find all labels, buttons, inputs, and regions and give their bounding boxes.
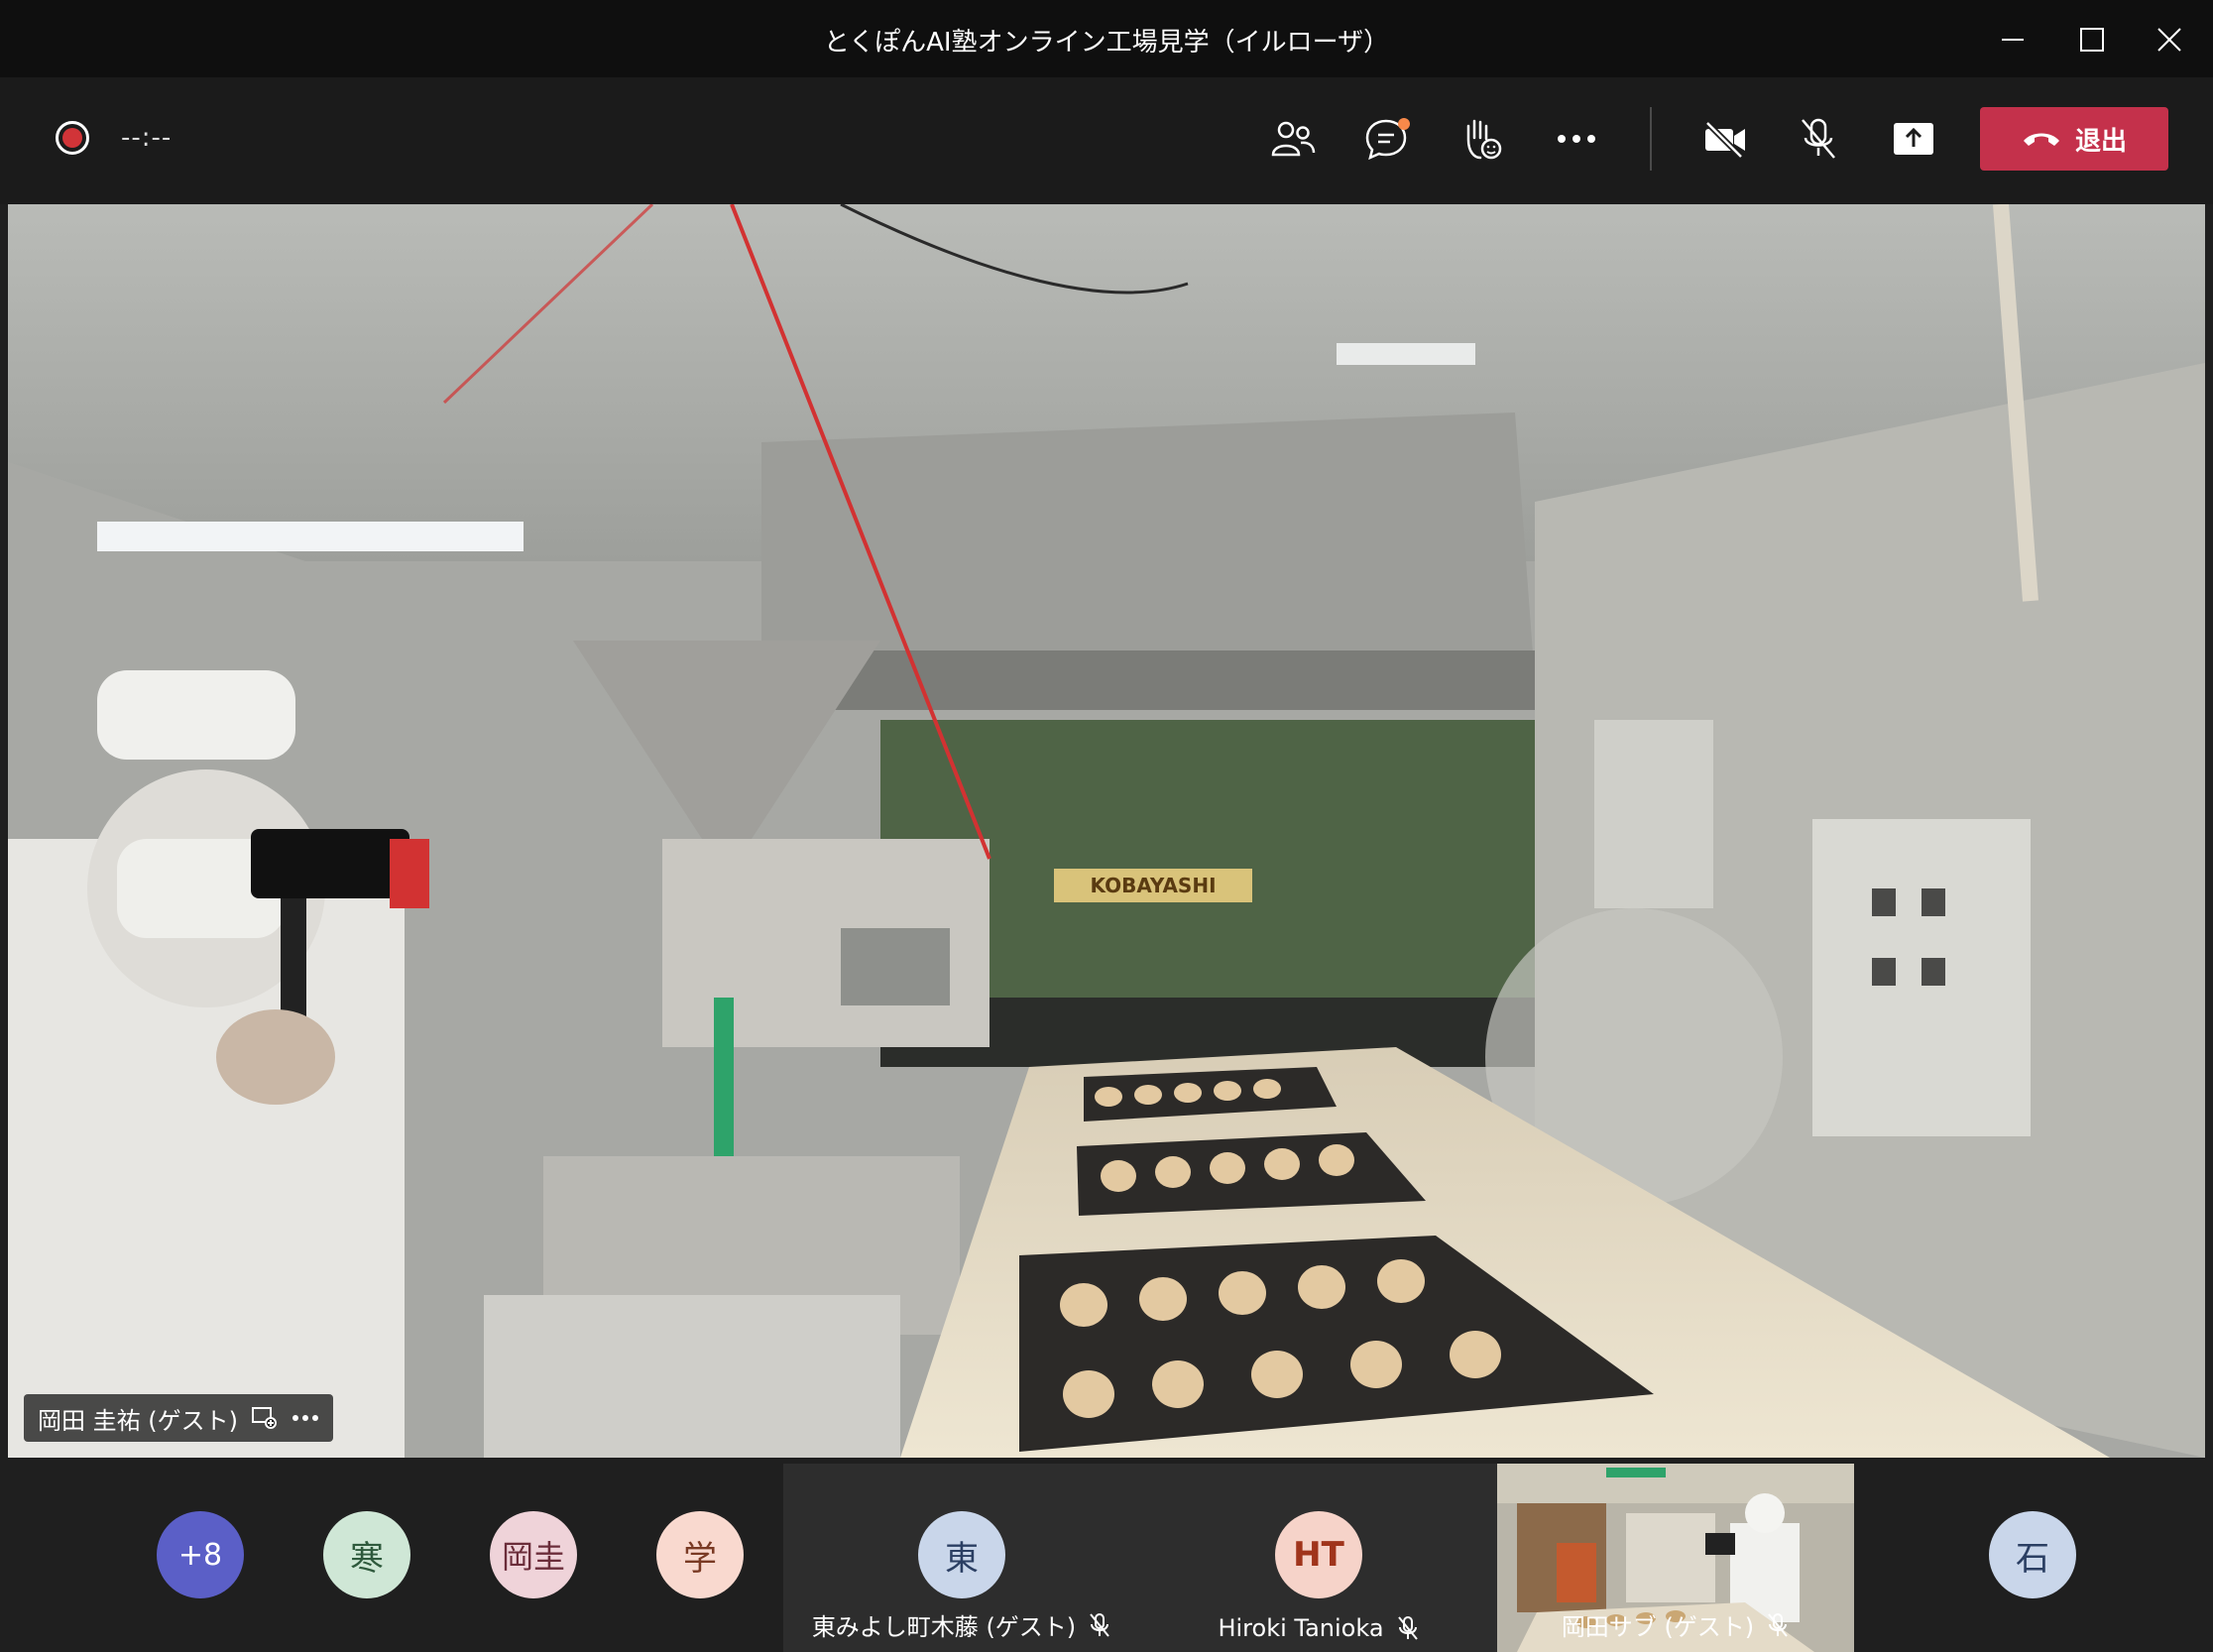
meeting-toolbar <box>0 77 2213 204</box>
close-icon <box>2157 28 2181 52</box>
participant-label: Hiroki Tanioka <box>1140 1614 1497 1642</box>
more-icon <box>1558 135 1595 143</box>
camera-off-icon <box>1704 120 1745 159</box>
speaker-name-chip[interactable]: 岡田 圭祐 (ゲスト) <box>24 1394 333 1442</box>
factory-video-frame: KOBAYASHI <box>8 204 2205 1458</box>
raise-hand-icon <box>1466 119 1502 160</box>
participant-name: 岡田サブ (ゲスト) <box>1561 1613 1755 1641</box>
participant-avatar: HT <box>1275 1511 1362 1598</box>
participant-avatar[interactable]: 石 <box>1989 1511 2076 1598</box>
participants-button[interactable] <box>1265 111 1321 167</box>
main-video[interactable]: KOBAYASHI <box>8 204 2205 1458</box>
participant-name: Hiroki Tanioka <box>1218 1614 1384 1642</box>
leave-label: 退出 <box>2074 126 2127 157</box>
leave-button[interactable]: 退出 <box>1980 107 2168 171</box>
screen-share-icon <box>251 1407 277 1429</box>
record-icon <box>56 121 89 155</box>
participant-tile[interactable]: 東 東みよし町木藤 (ゲスト) <box>783 1464 1140 1652</box>
hangup-icon <box>2023 133 2059 146</box>
speaker-name: 岡田 圭祐 (ゲスト) <box>38 1406 238 1435</box>
minimize-icon <box>2002 39 2024 41</box>
mic-button[interactable] <box>1791 111 1846 167</box>
participant-name: 東みよし町木藤 (ゲスト) <box>811 1613 1077 1641</box>
participant-avatar[interactable]: 学 <box>656 1511 744 1598</box>
title-bar: とくぽんAI塾オンライン工場見学（イルローザ） <box>0 0 2213 77</box>
mic-off-icon <box>1090 1612 1109 1637</box>
toolbar-divider <box>1650 107 1652 171</box>
minimize-button[interactable] <box>1991 18 2035 61</box>
mic-off-icon <box>1768 1612 1788 1637</box>
chat-button[interactable] <box>1360 111 1416 167</box>
camera-button[interactable] <box>1697 111 1753 167</box>
people-icon <box>1271 121 1316 157</box>
more-icon[interactable] <box>291 1414 319 1422</box>
close-button[interactable] <box>2148 18 2191 61</box>
overflow-participants-button[interactable]: +8 <box>157 1511 244 1598</box>
maximize-button[interactable] <box>2070 18 2114 61</box>
maximize-icon <box>2080 28 2104 52</box>
participant-label: 東みよし町木藤 (ゲスト) <box>783 1607 1140 1642</box>
participant-video-tile[interactable]: 岡田サブ (ゲスト) <box>1497 1464 1854 1652</box>
meeting-timer: --:-- <box>121 123 173 153</box>
window-title: とくぽんAI塾オンライン工場見学（イルローザ） <box>823 28 1390 58</box>
participant-tile[interactable]: HT Hiroki Tanioka <box>1140 1464 1497 1652</box>
share-button[interactable] <box>1886 111 1941 167</box>
mic-off-icon <box>1397 1616 1418 1640</box>
participant-avatar: 東 <box>918 1511 1005 1598</box>
mic-off-icon <box>1802 118 1835 159</box>
raise-hand-button[interactable] <box>1454 111 1509 167</box>
oven-banner-text: KOBAYASHI <box>1090 874 1216 897</box>
participant-label: 岡田サブ (ゲスト) <box>1497 1607 1854 1642</box>
share-icon <box>1894 123 1933 155</box>
participant-avatar[interactable]: 岡圭 <box>490 1511 577 1598</box>
participant-avatar[interactable]: 寒 <box>323 1511 410 1598</box>
chat-icon <box>1365 118 1410 161</box>
more-button[interactable] <box>1549 111 1604 167</box>
